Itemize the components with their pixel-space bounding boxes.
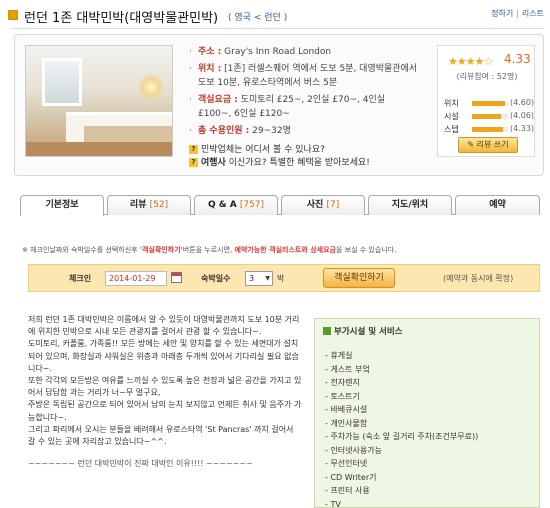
checkin-label: 체크인 xyxy=(69,274,92,283)
list-item: 무선인터넷 xyxy=(325,457,478,471)
list-item: 프린터 사용 xyxy=(325,484,478,498)
room-photo[interactable] xyxy=(25,45,173,157)
green-square-icon xyxy=(323,327,331,335)
location-row: · 위치 : [1존] 러셀스퀘어 역에서 도보 5분, 대영박물관에서 도보 … xyxy=(189,64,418,88)
tab-map[interactable]: 지도/위치 xyxy=(368,195,452,215)
review-count: (리뷰참여 : 52명) xyxy=(456,72,518,81)
list-item: CD Writer기 xyxy=(325,471,478,485)
rating-score: 4.33 xyxy=(504,52,531,66)
pencil-icon: ✎ xyxy=(467,140,475,149)
write-review-button[interactable]: ✎ 리뷰 쓰기 xyxy=(458,137,518,153)
faq-link-2[interactable]: ? 여행사 이신가요? 특별한 혜택을 받아보세요! xyxy=(189,157,419,170)
breadcrumb-country[interactable]: 영국 xyxy=(234,13,251,23)
tab-basic-info[interactable]: 기본정보 xyxy=(20,195,104,216)
check-rooms-button[interactable]: 객실확인하기 xyxy=(323,268,395,288)
list-item: TV xyxy=(325,498,478,508)
facilities-title: 부가시설 및 서비스 xyxy=(323,325,402,337)
rating-stars: ★★★★☆ xyxy=(448,55,493,68)
rating-row-facility: 시설 (4.06) xyxy=(444,111,535,121)
rating-box: ★★★★☆ 4.33 (리뷰참여 : 52명) 위치 (4.60) 시설 (4.… xyxy=(437,45,535,157)
rating-row-staff: 스텝 (4.33) xyxy=(444,124,535,134)
inquiry-link[interactable]: 정하기 xyxy=(491,9,513,18)
list-item: 토스트기 xyxy=(325,390,478,404)
checkin-date-input[interactable]: 2014-01-29 xyxy=(105,271,167,286)
nights-select[interactable]: 3 ▼ xyxy=(245,271,273,286)
info-card: · 주소 : Gray's Inn Road London · 위치 : [1존… xyxy=(14,34,544,176)
tab-reservation[interactable]: 예약 xyxy=(455,195,540,215)
nights-label: 숙박일수 xyxy=(201,274,231,283)
reservation-notice: ※ 체크인날짜와 숙박일수를 선택하신후 '객실확인하기'버튼을 누르시면, 예… xyxy=(22,246,397,254)
list-item: 주차가능 (숙소 앞 길거리 주차(조건부무료)) xyxy=(325,430,478,444)
address-row: · 주소 : Gray's Inn Road London xyxy=(189,47,332,57)
header-divider xyxy=(12,28,544,29)
calendar-icon[interactable] xyxy=(171,272,182,283)
tab-review[interactable]: 리뷰 [52] xyxy=(107,195,191,215)
rating-bar-fill xyxy=(472,114,502,119)
confirm-note: (예약과 동시에 확정) xyxy=(443,274,514,283)
question-icon: ? xyxy=(189,158,198,167)
facilities-box: 부가시설 및 서비스 휴게실 게스트 부엌 전자렌지 토스트기 바베큐시설 개인… xyxy=(314,318,540,508)
capacity-row: · 총 수용인원 : 29~32명 xyxy=(189,126,291,136)
tab-bar: 기본정보 리뷰 [52] Q & A [757] 사진 [7] 지도/위치 예약 xyxy=(20,195,540,216)
title-square-icon xyxy=(8,10,18,20)
question-icon: ? xyxy=(189,145,198,154)
description-footer: ~~~~~~~ 런던 대박민박이 진짜 대박인 이유!!!! ~~~~~~~ xyxy=(28,459,253,469)
breadcrumb-city[interactable]: 런던 xyxy=(264,13,281,23)
facilities-list: 휴게실 게스트 부엌 전자렌지 토스트기 바베큐시설 개인사물함 주차가능 (숙… xyxy=(325,349,478,508)
faq-link-1[interactable]: ? 민박업체는 어디서 볼 수 있나요? xyxy=(189,144,419,157)
list-item: 전자렌지 xyxy=(325,376,478,390)
breadcrumb: ( 영국 < 런던 ) xyxy=(228,13,288,23)
list-link[interactable]: 리스트 xyxy=(522,9,544,18)
header-links: 정하기 | 리스트 xyxy=(491,9,544,18)
price-row: · 객실요금 : 도미토리 £25~, 2인실 £70~, 4인실 £100~,… xyxy=(189,95,386,119)
list-item: 개인사물함 xyxy=(325,417,478,431)
list-item: 휴게실 xyxy=(325,349,478,363)
page-title: 런던 1존 대박민박(대영박물관민박) xyxy=(24,11,219,26)
rating-bar-fill xyxy=(472,127,504,132)
description: 저희 런던 1존 대박민박은 이름에서 알 수 있듯이 대영박물관까지 도보 1… xyxy=(28,314,302,470)
list-item: 바베큐시설 xyxy=(325,403,478,417)
tab-qna[interactable]: Q & A [757] xyxy=(194,195,278,215)
availability-search-bar: 체크인 2014-01-29 숙박일수 3 ▼ 박 객실확인하기 (예약과 동시… xyxy=(28,264,540,292)
rating-row-location: 위치 (4.60) xyxy=(444,98,535,108)
rating-bar-fill xyxy=(472,101,506,106)
page-header: 런던 1존 대박민박(대영박물관민박) ( 영국 < 런던 ) 정하기 | 리스트 xyxy=(6,6,544,26)
list-item: 인터넷사용가능 xyxy=(325,444,478,458)
info-list: · 주소 : Gray's Inn Road London · 위치 : [1존… xyxy=(189,45,419,170)
tab-photos[interactable]: 사진 [7] xyxy=(281,195,365,215)
list-item: 게스트 부엌 xyxy=(325,363,478,377)
dropdown-arrow-icon: ▼ xyxy=(265,275,270,282)
